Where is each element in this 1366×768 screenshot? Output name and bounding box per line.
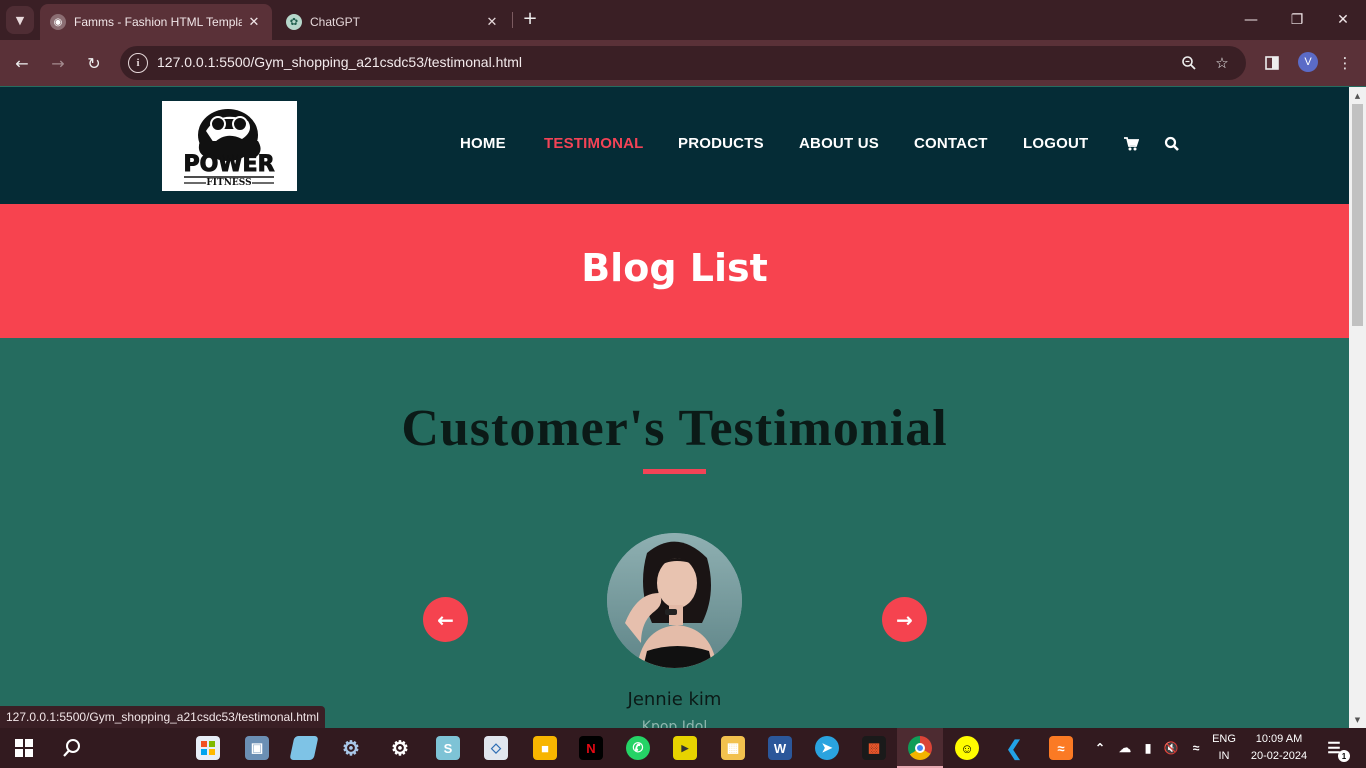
file-explorer-icon[interactable]: ▦ bbox=[721, 736, 745, 760]
hero-title: Blog List bbox=[581, 246, 768, 290]
web-page: POWER FITNESS HOME TESTIMONAL PRODUCTS A… bbox=[0, 87, 1349, 728]
telegram-icon[interactable]: ➤ bbox=[815, 736, 839, 760]
tab-search-button[interactable]: ▼ bbox=[6, 6, 34, 34]
microsoft-store-icon[interactable] bbox=[196, 736, 220, 760]
netflix-icon[interactable]: N bbox=[579, 736, 603, 760]
site-header: POWER FITNESS HOME TESTIMONAL PRODUCTS A… bbox=[0, 87, 1349, 204]
settings-gear-icon[interactable]: ⚙ bbox=[388, 736, 412, 760]
windows-start-icon[interactable] bbox=[12, 736, 36, 760]
hero-banner: Blog List bbox=[0, 204, 1349, 338]
notification-badge: 1 bbox=[1338, 750, 1350, 762]
nav-home[interactable]: HOME bbox=[460, 135, 506, 152]
scroll-up-arrow[interactable]: ▲ bbox=[1349, 87, 1366, 104]
chatgpt-icon: ✿ bbox=[286, 14, 302, 30]
tab-title: Famms - Fashion HTML Template bbox=[74, 15, 242, 29]
windows-taskbar: ▣ ⚙ ⚙ S ◇ ■ N ✆ ▶ ▦ W ➤ ▩ ☺ ❮ ≈ ⌃ ☁ ▮ 🔇 … bbox=[0, 728, 1366, 768]
close-icon[interactable]: ✕ bbox=[242, 14, 266, 30]
cart-icon[interactable] bbox=[1123, 136, 1140, 156]
forward-button[interactable]: → bbox=[44, 49, 72, 77]
whatsapp-icon[interactable]: ✆ bbox=[626, 736, 650, 760]
python-icon[interactable]: ◇ bbox=[484, 736, 508, 760]
section-title: Customer's Testimonial bbox=[401, 400, 948, 457]
url-text[interactable]: 127.0.0.1:5500/Gym_shopping_a21csdc53/te… bbox=[157, 54, 522, 70]
tab-famms[interactable]: ◉ Famms - Fashion HTML Template ✕ bbox=[40, 4, 272, 40]
nav-contact[interactable]: CONTACT bbox=[914, 135, 988, 152]
close-icon[interactable]: ✕ bbox=[480, 14, 504, 30]
sticky-notes-icon[interactable]: ■ bbox=[533, 736, 557, 760]
nav-about-us[interactable]: ABOUT US bbox=[799, 135, 879, 152]
scroll-down-arrow[interactable]: ▼ bbox=[1349, 711, 1366, 728]
clock-date[interactable]: 20-02-2024 bbox=[1244, 750, 1314, 762]
search-icon[interactable] bbox=[60, 736, 84, 760]
next-arrow-button[interactable]: → bbox=[882, 597, 927, 642]
word-icon[interactable]: W bbox=[768, 736, 792, 760]
close-window-button[interactable]: ✕ bbox=[1320, 0, 1366, 40]
search-icon[interactable] bbox=[1164, 136, 1180, 156]
bookmark-star-icon[interactable]: ☆ bbox=[1211, 52, 1233, 74]
network-status-icon[interactable]: ☁ bbox=[1113, 736, 1137, 760]
wifi-icon[interactable]: ≈ bbox=[1184, 736, 1208, 760]
site-info-icon[interactable]: i bbox=[128, 53, 148, 73]
clock-time[interactable]: 10:09 AM bbox=[1244, 733, 1314, 745]
photos-icon[interactable]: ▣ bbox=[245, 736, 269, 760]
battery-icon[interactable]: ▮ bbox=[1136, 736, 1160, 760]
reload-button[interactable]: ↻ bbox=[80, 49, 108, 77]
logo-text-main: POWER bbox=[183, 152, 274, 177]
player-icon[interactable]: ▶ bbox=[673, 736, 697, 760]
power-fitness-logo[interactable]: POWER FITNESS bbox=[162, 101, 297, 191]
restore-button[interactable]: ❐ bbox=[1274, 0, 1320, 40]
xampp-icon[interactable]: ≈ bbox=[1049, 736, 1073, 760]
dev-app-icon[interactable]: ▩ bbox=[862, 736, 886, 760]
link-status-bubble: 127.0.0.1:5500/Gym_shopping_a21csdc53/te… bbox=[0, 706, 325, 728]
new-tab-button[interactable]: + bbox=[519, 8, 541, 32]
explorer-app-icon[interactable] bbox=[289, 736, 319, 760]
side-panel-icon[interactable] bbox=[1261, 52, 1283, 74]
testimonial-avatar bbox=[607, 533, 742, 668]
globe-icon: ◉ bbox=[50, 14, 66, 30]
notification-center-icon[interactable]: ☰ 1 bbox=[1322, 736, 1350, 762]
minimize-button[interactable]: — bbox=[1228, 0, 1274, 40]
snapchat-icon[interactable]: ☺ bbox=[955, 736, 979, 760]
nav-logout[interactable]: LOGOUT bbox=[1023, 135, 1088, 152]
nav-products[interactable]: PRODUCTS bbox=[678, 135, 764, 152]
s-app-icon[interactable]: S bbox=[436, 736, 460, 760]
title-underline bbox=[643, 469, 706, 474]
nav-testimonal[interactable]: TESTIMONAL bbox=[544, 135, 644, 152]
chevron-up-icon[interactable]: ⌃ bbox=[1088, 736, 1112, 760]
profile-avatar[interactable]: V bbox=[1298, 52, 1318, 72]
kebab-menu-icon[interactable]: ⋮ bbox=[1334, 52, 1356, 74]
zoom-icon[interactable] bbox=[1178, 52, 1200, 74]
control-panel-icon[interactable]: ⚙ bbox=[339, 736, 363, 760]
tab-separator bbox=[512, 12, 513, 28]
region-indicator[interactable]: IN bbox=[1210, 750, 1238, 762]
previous-arrow-button[interactable]: ← bbox=[423, 597, 468, 642]
vscode-icon[interactable]: ❮ bbox=[1002, 736, 1026, 760]
language-indicator[interactable]: ENG bbox=[1210, 733, 1238, 745]
logo-text-sub: FITNESS bbox=[206, 178, 251, 188]
tab-title: ChatGPT bbox=[310, 15, 361, 29]
scrollbar-thumb[interactable] bbox=[1352, 104, 1363, 326]
back-button[interactable]: ← bbox=[8, 49, 36, 77]
page-scrollbar[interactable]: ▲ ▼ bbox=[1349, 87, 1366, 728]
browser-tab-bar: ▼ ◉ Famms - Fashion HTML Template ✕ ✿ Ch… bbox=[0, 0, 1366, 40]
browser-toolbar: ← → ↻ i 127.0.0.1:5500/Gym_shopping_a21c… bbox=[0, 40, 1366, 86]
chrome-icon[interactable] bbox=[908, 736, 932, 760]
address-bar[interactable]: i 127.0.0.1:5500/Gym_shopping_a21csdc53/… bbox=[120, 46, 1246, 80]
volume-muted-icon[interactable]: 🔇 bbox=[1159, 736, 1183, 760]
tab-chatgpt[interactable]: ✿ ChatGPT ✕ bbox=[276, 4, 510, 40]
